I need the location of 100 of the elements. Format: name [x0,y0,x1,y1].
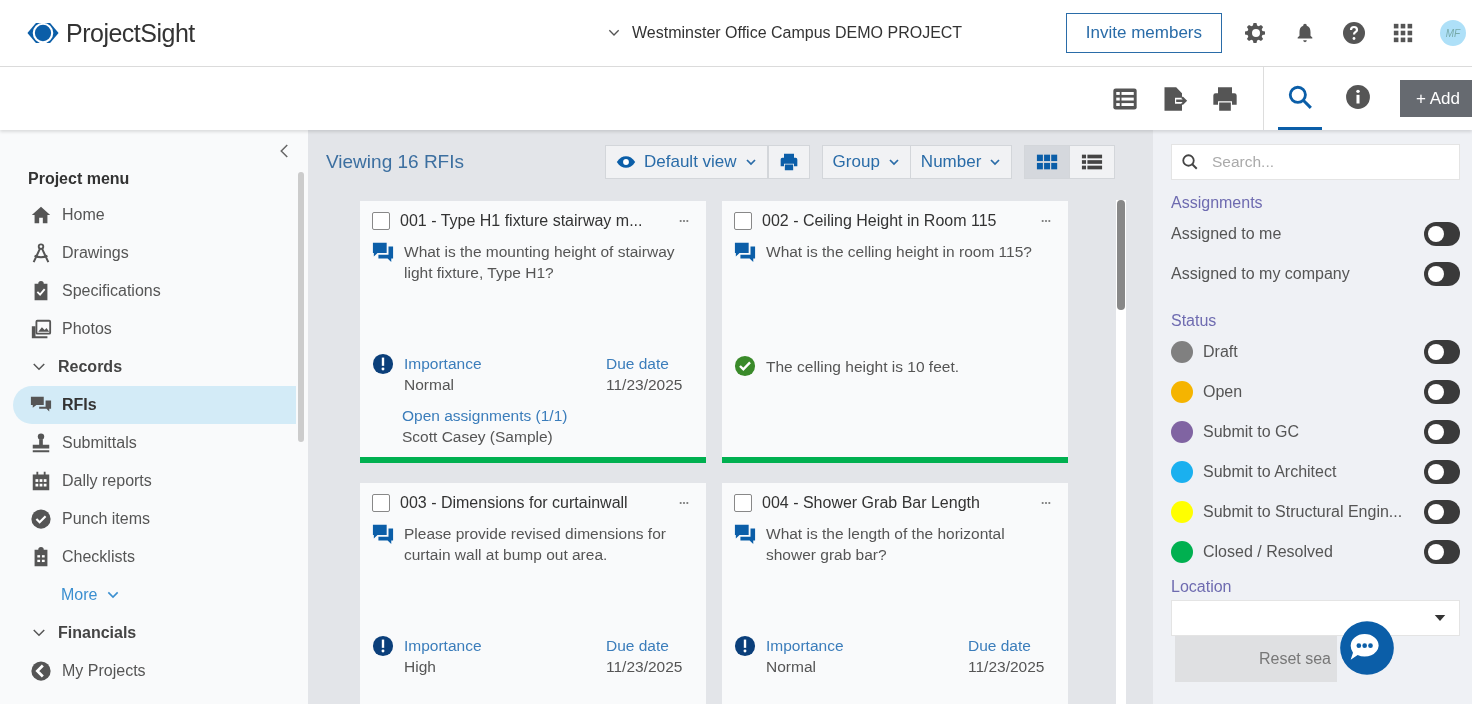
chevron-down-icon [887,156,900,168]
grid-view-button[interactable] [1024,145,1071,179]
chat-bubbles-icon [734,241,756,263]
toggle-switch[interactable] [1424,380,1460,404]
question-text: What is the celling height in room 115? [766,242,1032,262]
menu-item[interactable]: Dally reports [13,462,296,500]
assignee-name: Scott Casey (Sample) [402,427,554,447]
sort-dropdown[interactable]: Number [909,145,1013,179]
rfi-card[interactable]: 003 - Dimensions for curtainwall Please provide revised dimensions for curtain wall at bump out area. Importance High Due date 11/23/2025 [360,483,706,704]
filter-label: Submit to Structural Engin... [1203,503,1404,521]
question-text: Please provide revised dimensions for curtain wall at bump out area. [404,524,667,565]
card-title: 002 - Ceiling Height in Room 115 [762,212,998,230]
menu-group[interactable]: Records [13,348,296,386]
group-dropdown[interactable]: Group [821,145,911,179]
photos-icon [30,318,52,340]
exclamation-icon [372,353,394,375]
info-icon [1345,84,1372,110]
menu-item[interactable]: Specifications [13,272,296,310]
filter-label: Open [1203,383,1244,401]
toggle-switch[interactable] [1424,420,1460,444]
menu-item[interactable]: Home [13,196,296,234]
importance-label: Importance [404,354,483,374]
card-title: 003 - Dimensions for curtainwall [400,494,629,512]
page-heading: Viewing 16 RFIs [326,151,465,173]
search-icon [1181,153,1199,171]
apps-grid-icon[interactable] [1392,22,1414,44]
card-title: 004 - Shower Grab Bar Length [762,494,981,512]
due-date-value: 11/23/2025 [606,657,684,677]
due-date-label: Due date [968,636,1032,656]
question-text: What is the length of the horizontal shower grab bar? [766,524,1006,565]
rfi-card[interactable]: 002 - Ceiling Height in Room 115 What is the celling height in room 115? The celling height is 10 feet. [722,201,1068,463]
chat-bubbles-icon [372,523,394,545]
rfi-card[interactable]: 004 - Shower Grab Bar Length What is the length of the horizontal shower grab bar? Importance Normal Due date 11/23/2025 [722,483,1068,704]
due-date-label: Due date [606,636,670,656]
menu-item[interactable]: Punch items [13,500,296,538]
due-date-value: 11/23/2025 [968,657,1046,677]
checkbox[interactable] [372,494,390,512]
exclamation-icon [734,635,756,657]
calendar-icon [30,470,52,492]
menu-item[interactable]: Checklists [13,538,296,576]
settings-icon[interactable] [1244,21,1268,45]
add-button[interactable]: + Add [1400,80,1472,117]
search-icon [1287,84,1314,110]
importance-value: Normal [404,375,455,395]
answer-text: The celling height is 10 feet. [766,356,959,377]
chat-bubbles-icon [372,241,394,263]
filter-label: Assigned to me [1171,225,1283,243]
card-title: 001 - Type H1 fixture stairway m... [400,212,644,230]
importance-value: High [404,657,437,677]
search-field[interactable]: Search... [1171,144,1460,180]
toggle-switch[interactable] [1424,500,1460,524]
filter-label: Submit to Architect [1203,463,1338,481]
check-circle-icon [734,355,756,377]
checkbox[interactable] [734,212,752,230]
back-circle-icon [30,660,52,682]
chevron-down-icon [744,156,757,168]
invite-members-button[interactable]: Invite members [1065,13,1222,53]
checkbox[interactable] [734,494,752,512]
print-button[interactable] [767,145,810,179]
chevron-down-icon [989,156,1002,168]
menu-group[interactable]: Financials [13,614,296,652]
importance-label: Importance [766,636,845,656]
scrollbar[interactable] [1116,200,1126,704]
section-heading: Assignments [1171,194,1264,212]
chat-bubbles-icon [734,523,756,545]
assignments-label: Open assignments (1/1) [402,406,569,426]
home-icon [30,204,52,226]
importance-value: Normal [766,657,817,677]
logo-text: ProjectSight [66,18,195,48]
menu-item[interactable]: Drawings [13,234,296,272]
section-heading: Location [1171,578,1233,596]
menu-item[interactable]: RFIs [13,386,296,424]
rfi-card[interactable]: 001 - Type H1 fixture stairway m... What is the mounting height of stairway light fixture, Type H1? Importance Normal Due date 11/23/2025 Open assignments (1/1) Scott Casey (Sample) [360,201,706,463]
print-icon [778,152,799,172]
checkbox[interactable] [372,212,390,230]
section-heading: Status [1171,312,1218,330]
help-icon[interactable] [1342,21,1366,45]
print-icon[interactable] [1211,84,1240,113]
chat-support-icon[interactable] [1339,620,1395,676]
toggle-switch[interactable] [1424,222,1460,246]
filter-label: Submit to GC [1203,423,1301,441]
toggle-switch[interactable] [1424,460,1460,484]
menu-item[interactable]: Photos [13,310,296,348]
default-view-dropdown[interactable]: Default view [605,145,768,179]
due-date-label: Due date [606,354,670,374]
toggle-switch[interactable] [1424,540,1460,564]
check-circle-icon [30,508,52,530]
scrollbar[interactable] [298,172,304,442]
filter-label: Draft [1203,343,1239,361]
menu-item[interactable]: Submittals [13,424,296,462]
menu-item[interactable]: My Projects [13,652,296,690]
list-view-button[interactable] [1069,145,1116,179]
toggle-switch[interactable] [1424,340,1460,364]
filter-label: Assigned to my company [1171,265,1351,283]
importance-label: Importance [404,636,483,656]
toggle-switch[interactable] [1424,262,1460,286]
project-selector[interactable]: Westminster Office Campus DEMO PROJECT [566,24,963,42]
compass-icon [30,242,52,264]
filter-label: Closed / Resolved [1203,543,1334,561]
menu-heading: Project menu [28,170,131,188]
